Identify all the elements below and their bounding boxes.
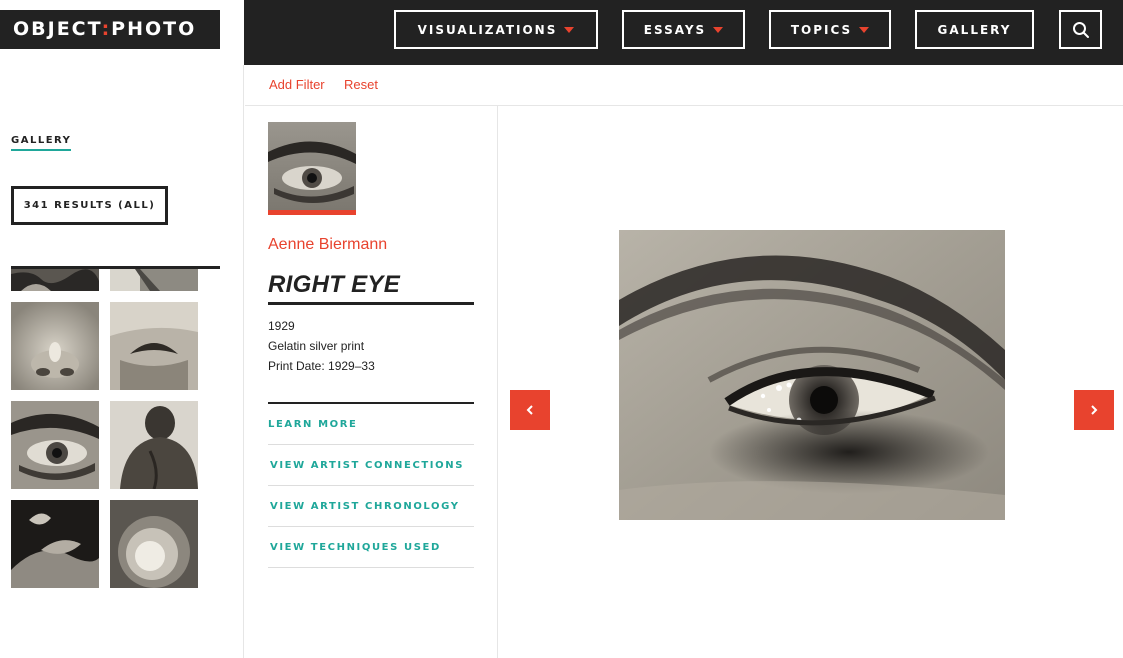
gallery-sidebar: GALLERY 341 RESULTS (ALL) xyxy=(0,65,244,658)
caret-down-icon xyxy=(564,26,575,33)
view-artist-chronology-label: VIEW ARTIST CHRONOLOGY xyxy=(270,500,460,512)
search-icon xyxy=(1072,21,1089,38)
artwork-links: LEARN MORE VIEW ARTIST CONNECTIONS VIEW … xyxy=(268,402,474,568)
gallery-thumbnail[interactable] xyxy=(11,302,99,390)
chevron-left-icon xyxy=(526,405,533,415)
view-artist-connections-label: VIEW ARTIST CONNECTIONS xyxy=(270,459,465,471)
gallery-thumbnail[interactable] xyxy=(110,401,198,489)
artwork-metadata: 1929 Gelatin silver print Print Date: 19… xyxy=(268,316,375,376)
gallery-thumbnail[interactable] xyxy=(11,599,99,604)
view-artist-connections-link[interactable]: VIEW ARTIST CONNECTIONS xyxy=(268,445,474,486)
nav-essays-label: ESSAYS xyxy=(643,22,707,37)
learn-more-link[interactable]: LEARN MORE xyxy=(268,404,474,445)
gallery-thumbnail[interactable] xyxy=(11,269,99,291)
gallery-thumbnail[interactable] xyxy=(11,401,99,489)
site-logo[interactable]: OBJECT:PHOTO xyxy=(0,10,220,49)
nav-visualizations-label: VISUALIZATIONS xyxy=(417,22,558,37)
nav-topics-button[interactable]: TOPICS xyxy=(769,10,891,49)
caret-down-icon xyxy=(859,26,870,33)
artist-name[interactable]: Aenne Biermann xyxy=(268,236,387,254)
gallery-thumbnail[interactable] xyxy=(11,500,99,588)
gallery-thumbnail[interactable] xyxy=(110,269,198,291)
artwork-title: RIGHT EYE xyxy=(268,271,474,305)
gallery-thumbnail[interactable] xyxy=(110,500,198,588)
filter-bar: Add Filter Reset xyxy=(245,65,1123,106)
gallery-thumbnail[interactable] xyxy=(110,302,198,390)
gallery-thumbnail[interactable] xyxy=(110,599,198,604)
nav-visualizations-button[interactable]: VISUALIZATIONS xyxy=(394,10,598,49)
artwork-details-panel: Aenne Biermann RIGHT EYE 1929 Gelatin si… xyxy=(245,106,498,658)
artwork-print-date: Print Date: 1929–33 xyxy=(268,359,375,373)
search-button[interactable] xyxy=(1059,10,1102,49)
add-filter-link[interactable]: Add Filter xyxy=(269,77,325,92)
chevron-right-icon xyxy=(1091,405,1098,415)
image-viewer xyxy=(499,106,1123,658)
main-artwork-image[interactable] xyxy=(619,230,1005,520)
logo-text-object: OBJECT xyxy=(13,18,102,40)
results-count-button[interactable]: 341 RESULTS (ALL) xyxy=(11,186,168,225)
artwork-medium: Gelatin silver print xyxy=(268,339,365,353)
logo-separator: : xyxy=(101,18,112,40)
gallery-section-label: GALLERY xyxy=(11,135,72,151)
view-techniques-used-label: VIEW TECHNIQUES USED xyxy=(270,541,441,553)
nav-topics-label: TOPICS xyxy=(790,22,853,37)
artwork-year: 1929 xyxy=(268,319,295,333)
reset-filter-link[interactable]: Reset xyxy=(344,77,378,92)
view-artist-chronology-link[interactable]: VIEW ARTIST CHRONOLOGY xyxy=(268,486,474,527)
nav-essays-button[interactable]: ESSAYS xyxy=(622,10,745,49)
previous-image-button[interactable] xyxy=(510,390,550,430)
selected-artwork-thumbnail[interactable] xyxy=(268,122,356,215)
logo-text-photo: PHOTO xyxy=(111,18,197,40)
learn-more-label: LEARN MORE xyxy=(268,418,358,430)
nav-gallery-label: GALLERY xyxy=(937,22,1012,37)
next-image-button[interactable] xyxy=(1074,390,1114,430)
nav-gallery-button[interactable]: GALLERY xyxy=(915,10,1034,49)
view-techniques-used-link[interactable]: VIEW TECHNIQUES USED xyxy=(268,527,474,568)
caret-down-icon xyxy=(713,26,724,33)
